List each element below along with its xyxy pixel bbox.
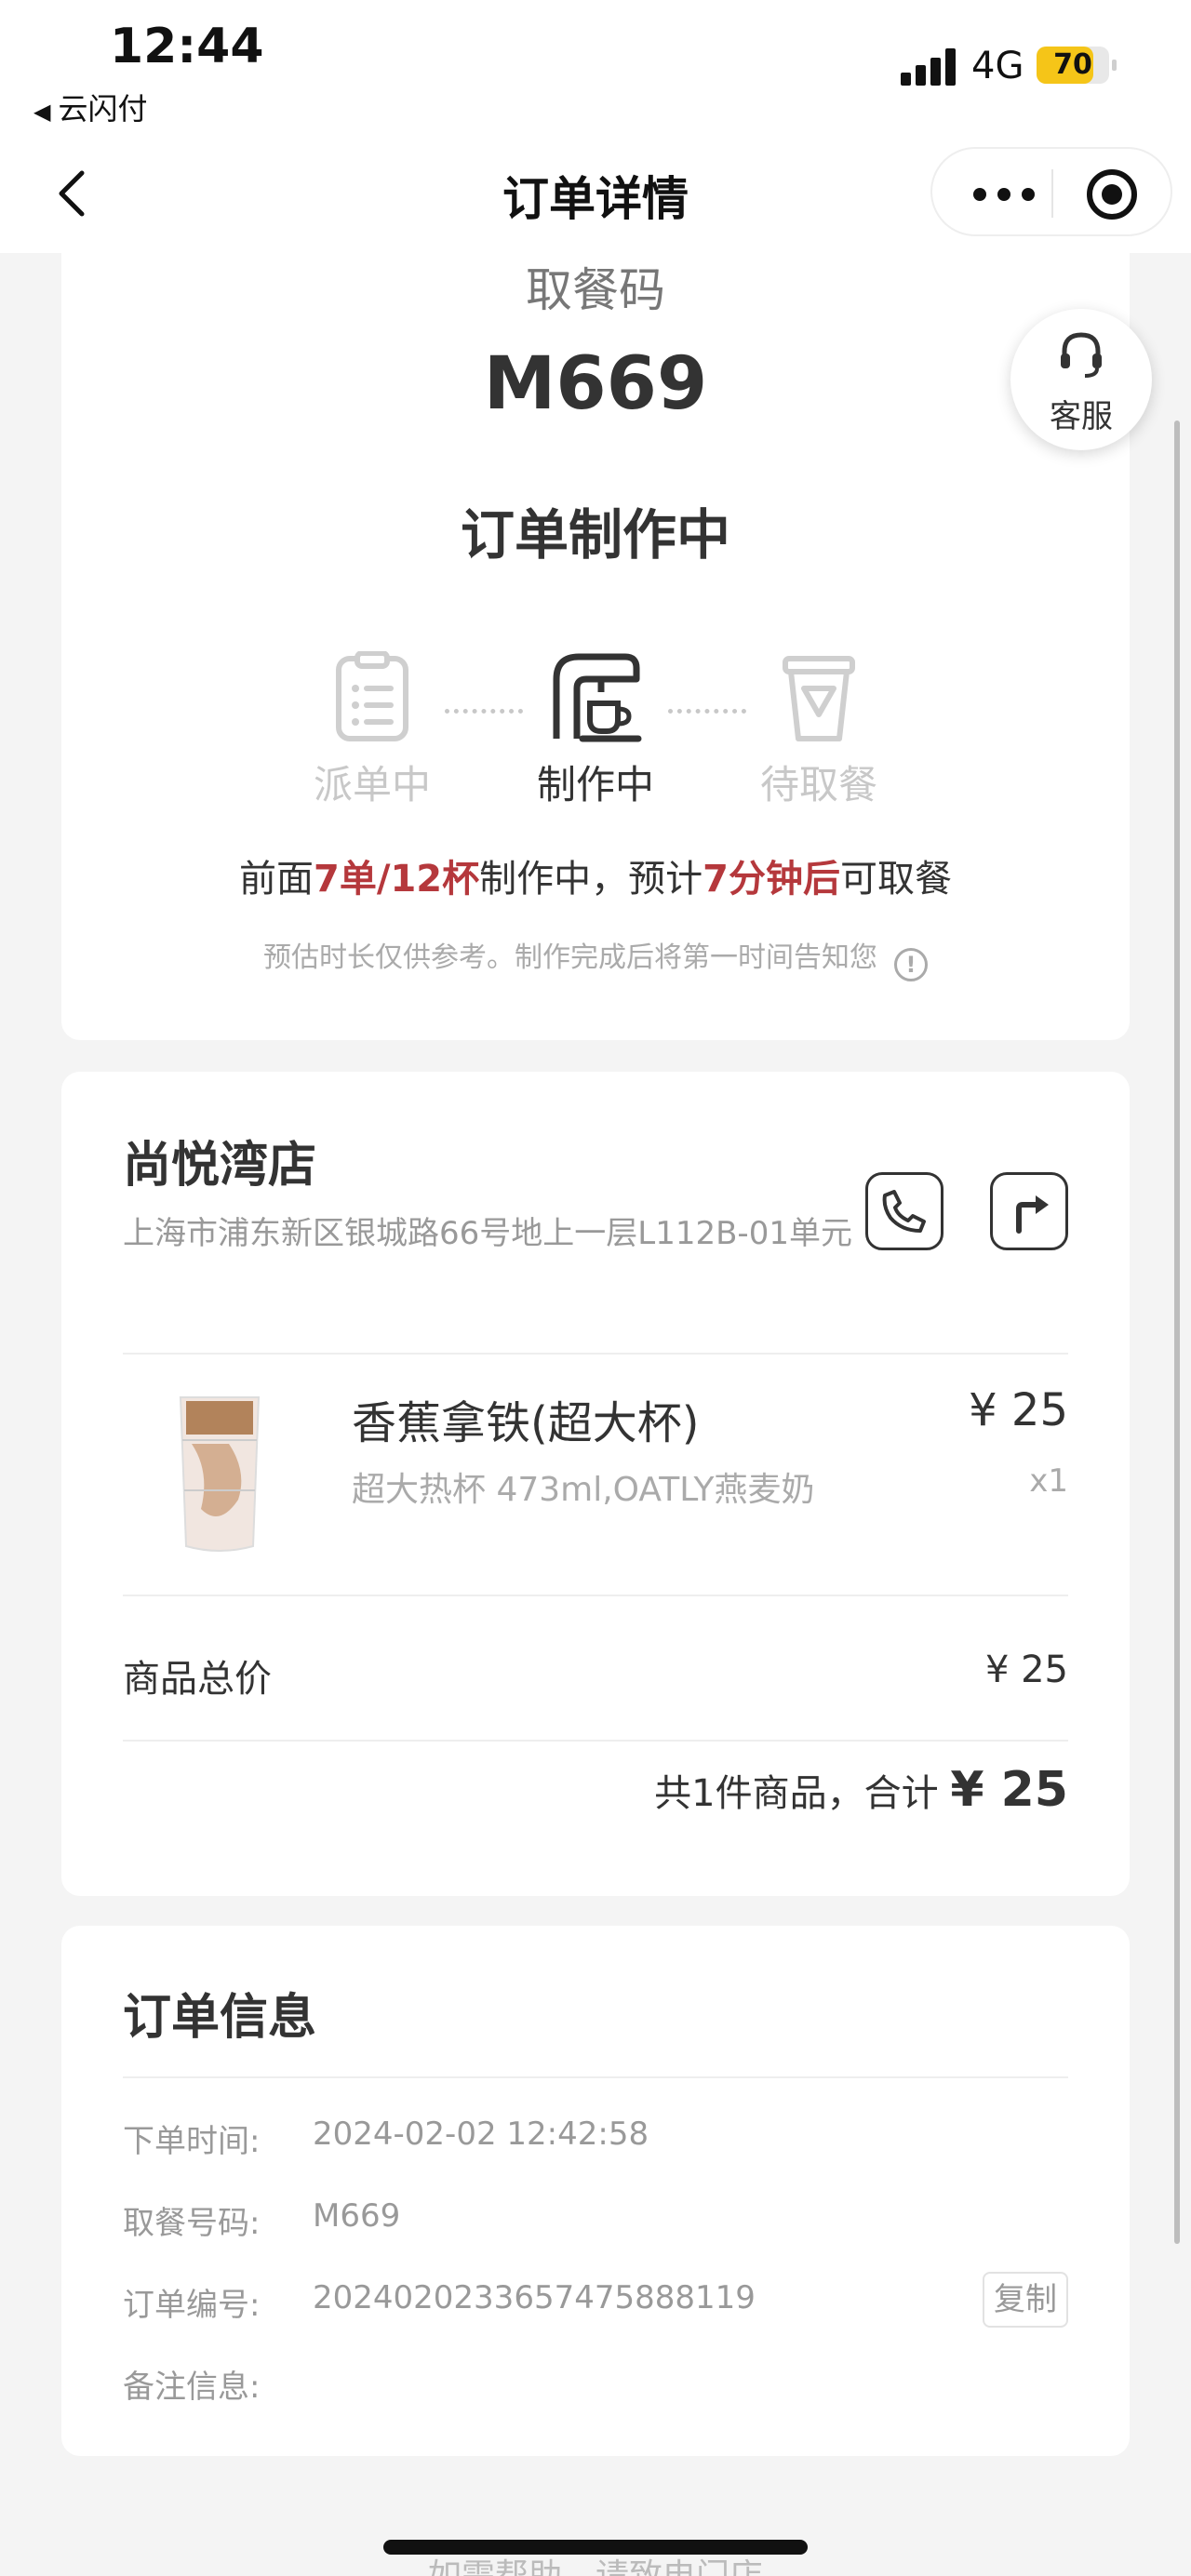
step-pickup: 待取餐 <box>726 651 912 810</box>
miniprogram-capsule <box>930 147 1172 236</box>
subtotal-label: 商品总价 <box>123 1658 272 1701</box>
product-image <box>179 1396 261 1552</box>
network-type: 4G <box>971 45 1024 87</box>
step-pickup-label: 待取餐 <box>759 762 877 808</box>
step-dispatch-label: 派单中 <box>313 762 431 808</box>
copy-order-number-button[interactable]: 复制 <box>983 2272 1068 2328</box>
customer-service-label: 客服 <box>1050 398 1113 435</box>
store-address: 上海市浦东新区银城路66号地上一层L112B-01单元 <box>123 1215 852 1252</box>
order-info-card: 订单信息 下单时间: 2024-02-02 12:42:58 取餐号码: M66… <box>61 1926 1130 2456</box>
estimated-time: 7分钟后 <box>703 858 840 901</box>
clipboard-list-icon <box>336 651 408 741</box>
progress-text: 前面7单/12杯制作中，预计7分钟后可取餐 <box>61 848 1130 902</box>
info-key: 备注信息: <box>123 2369 261 2406</box>
pickup-code-label: 取餐码 <box>526 263 665 317</box>
info-row-remarks: 备注信息: <box>123 2354 1068 2409</box>
order-info-title: 订单信息 <box>123 1990 317 2046</box>
more-icon[interactable] <box>970 175 1040 212</box>
store-name: 尚悦湾店 <box>123 1138 317 1194</box>
battery-level: 70 <box>1053 48 1092 81</box>
customer-service-button[interactable]: 客服 <box>1010 309 1152 450</box>
product-spec: 超大热杯 473ml,OATLY燕麦奶 <box>352 1471 815 1509</box>
estimate-disclaimer: 预估时长仅供参考。制作完成后将第一时间告知您! <box>61 934 1130 981</box>
call-store-button[interactable] <box>865 1172 943 1250</box>
coffee-machine-icon <box>553 653 642 742</box>
step-making-label: 制作中 <box>536 762 654 808</box>
close-miniprogram-icon[interactable] <box>1087 169 1137 220</box>
progress-steps: 派单中 制作中 待取餐 <box>61 651 1130 809</box>
navigate-store-button[interactable] <box>990 1172 1068 1250</box>
info-row-order-number: 订单编号: 20240202336574758881​19 复制 <box>123 2272 1068 2328</box>
status-bar: 12:44 ◀ 云闪付 4G 70 <box>0 0 1191 140</box>
signal-icon <box>901 48 958 86</box>
disclaimer-text: 预估时长仅供参考。制作完成后将第一时间告知您 <box>263 941 877 974</box>
product-name: 香蕉拿铁(超大杯) <box>352 1397 700 1449</box>
product-price: ¥ 25 <box>969 1384 1068 1436</box>
pickup-card: 取餐码 M669 订单制作中 派单中 制作中 待取餐 前面7单/12杯制作中，预… <box>61 253 1130 1040</box>
info-row-order-time: 下单时间: 2024-02-02 12:42:58 <box>123 2108 1068 2164</box>
order-total: 共1件商品，合计 ¥ 25 <box>654 1762 1068 1818</box>
info-value: 20240202336574758881​19 <box>313 2279 756 2316</box>
order-status: 订单制作中 <box>460 503 730 567</box>
total-value: ¥ 25 <box>950 1762 1068 1818</box>
directions-icon <box>1016 1195 1049 1234</box>
back-triangle-icon: ◀ <box>33 99 51 125</box>
pickup-code: M669 <box>483 342 708 426</box>
headset-icon <box>1061 332 1102 378</box>
step-dispatch: 派单中 <box>279 651 465 810</box>
info-icon[interactable]: ! <box>894 948 928 981</box>
step-making: 制作中 <box>502 651 689 810</box>
subtotal-value: ¥ 25 <box>984 1648 1068 1691</box>
progress-text-part: 前面 <box>239 858 314 901</box>
back-to-app-link[interactable]: ◀ 云闪付 <box>33 86 147 128</box>
store-order-card: 尚悦湾店 上海市浦东新区银城路66号地上一层L112B-01单元 香蕉拿铁(超大… <box>61 1072 1130 1896</box>
phone-icon <box>882 1190 926 1233</box>
info-key: 下单时间: <box>123 2123 261 2160</box>
back-app-label: 云闪付 <box>58 91 148 127</box>
info-value: 2024-02-02 12:42:58 <box>313 2116 649 2153</box>
info-row-pickup-number: 取餐号码: M669 <box>123 2190 1068 2246</box>
status-time: 12:44 <box>110 19 264 74</box>
info-key: 取餐号码: <box>123 2205 261 2242</box>
takeaway-cup-icon <box>783 656 855 741</box>
nav-bar: 订单详情 <box>0 140 1191 253</box>
product-quantity: x1 <box>1029 1462 1068 1500</box>
battery-icon: 70 <box>1037 47 1117 84</box>
info-key: 订单编号: <box>123 2287 261 2324</box>
progress-text-part: 可取餐 <box>839 858 952 901</box>
info-value: M669 <box>313 2197 401 2235</box>
scrollbar[interactable] <box>1174 420 1180 2244</box>
total-text: 共1件商品，合计 <box>654 1772 951 1815</box>
home-indicator <box>383 2540 808 2555</box>
orders-ahead: 7单/12杯 <box>314 858 480 901</box>
progress-text-part: 制作中，预计 <box>479 858 703 901</box>
